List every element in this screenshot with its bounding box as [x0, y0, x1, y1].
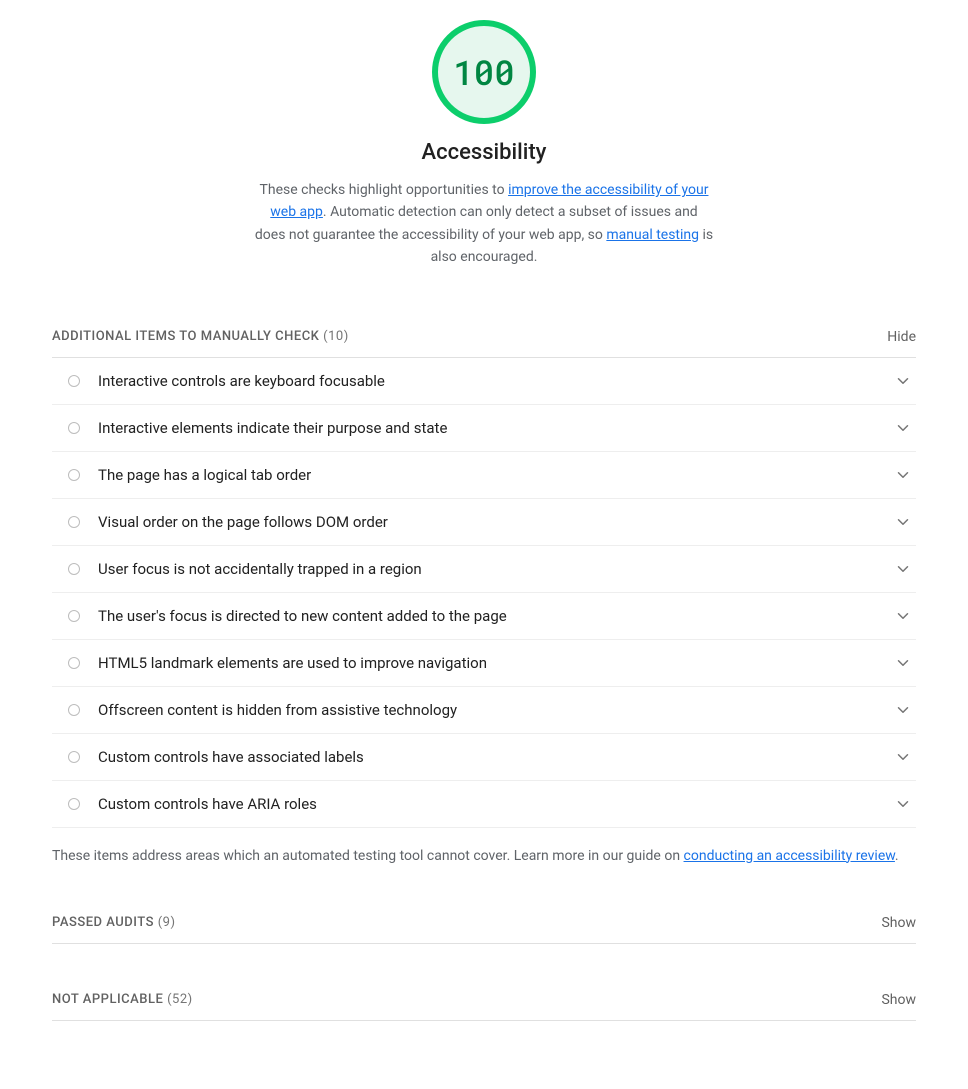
circle-bullet-icon: [68, 375, 80, 387]
accessibility-review-link[interactable]: conducting an accessibility review: [684, 848, 895, 864]
chevron-down-icon: [894, 466, 912, 484]
audit-title: Visual order on the page follows DOM ord…: [98, 513, 894, 531]
passed-audits-section: Passed audits (9) Show: [52, 915, 916, 944]
audit-title: The page has a logical tab order: [98, 466, 894, 484]
section-header[interactable]: Additional items to manually check (10) …: [52, 329, 916, 358]
section-count: (10): [323, 329, 349, 344]
circle-bullet-icon: [68, 422, 80, 434]
audit-list: Interactive controls are keyboard focusa…: [52, 358, 916, 828]
circle-bullet-icon: [68, 798, 80, 810]
hide-toggle-button[interactable]: Hide: [887, 329, 916, 345]
circle-bullet-icon: [68, 610, 80, 622]
category-header: 100 Accessibility These checks highlight…: [52, 20, 916, 269]
chevron-down-icon: [894, 607, 912, 625]
chevron-down-icon: [894, 513, 912, 531]
audit-item[interactable]: Custom controls have associated labels: [52, 734, 916, 781]
show-toggle-button[interactable]: Show: [881, 992, 916, 1008]
section-label: Additional items to manually check: [52, 329, 319, 344]
audit-item[interactable]: HTML5 landmark elements are used to impr…: [52, 640, 916, 687]
footer-text: These items address areas which an autom…: [52, 848, 684, 864]
audit-title: HTML5 landmark elements are used to impr…: [98, 654, 894, 672]
footer-text: .: [895, 848, 899, 864]
chevron-down-icon: [894, 795, 912, 813]
section-count: (52): [167, 992, 193, 1007]
chevron-down-icon: [894, 748, 912, 766]
report-container: 100 Accessibility These checks highlight…: [0, 20, 968, 1021]
score-gauge[interactable]: 100: [432, 20, 536, 124]
chevron-down-icon: [894, 419, 912, 437]
audit-item[interactable]: Interactive controls are keyboard focusa…: [52, 358, 916, 405]
show-toggle-button[interactable]: Show: [881, 915, 916, 931]
circle-bullet-icon: [68, 516, 80, 528]
section-header[interactable]: Passed audits (9) Show: [52, 915, 916, 944]
audit-item[interactable]: The page has a logical tab order: [52, 452, 916, 499]
section-header[interactable]: Not applicable (52) Show: [52, 992, 916, 1021]
circle-bullet-icon: [68, 751, 80, 763]
section-title: Not applicable (52): [52, 992, 193, 1007]
category-description: These checks highlight opportunities to …: [254, 179, 714, 269]
audit-item[interactable]: Custom controls have ARIA roles: [52, 781, 916, 828]
not-applicable-section: Not applicable (52) Show: [52, 992, 916, 1021]
circle-bullet-icon: [68, 657, 80, 669]
audit-title: Custom controls have associated labels: [98, 748, 894, 766]
section-label: Passed audits: [52, 915, 154, 930]
audit-item[interactable]: Visual order on the page follows DOM ord…: [52, 499, 916, 546]
section-title: Passed audits (9): [52, 915, 175, 930]
audit-title: Custom controls have ARIA roles: [98, 795, 894, 813]
audit-item[interactable]: Offscreen content is hidden from assisti…: [52, 687, 916, 734]
chevron-down-icon: [894, 701, 912, 719]
audit-title: Interactive controls are keyboard focusa…: [98, 372, 894, 390]
section-count: (9): [158, 915, 176, 930]
audit-title: User focus is not accidentally trapped i…: [98, 560, 894, 578]
section-title: Additional items to manually check (10): [52, 329, 349, 344]
desc-text: These checks highlight opportunities to: [260, 182, 509, 198]
audit-item[interactable]: Interactive elements indicate their purp…: [52, 405, 916, 452]
circle-bullet-icon: [68, 469, 80, 481]
chevron-down-icon: [894, 654, 912, 672]
audit-item[interactable]: The user's focus is directed to new cont…: [52, 593, 916, 640]
circle-bullet-icon: [68, 563, 80, 575]
audit-item[interactable]: User focus is not accidentally trapped i…: [52, 546, 916, 593]
audit-title: Offscreen content is hidden from assisti…: [98, 701, 894, 719]
score-value: 100: [453, 50, 514, 95]
manual-testing-link[interactable]: manual testing: [606, 227, 699, 243]
audit-title: Interactive elements indicate their purp…: [98, 419, 894, 437]
section-label: Not applicable: [52, 992, 163, 1007]
audit-title: The user's focus is directed to new cont…: [98, 607, 894, 625]
manual-checks-section: Additional items to manually check (10) …: [52, 329, 916, 867]
circle-bullet-icon: [68, 704, 80, 716]
chevron-down-icon: [894, 560, 912, 578]
chevron-down-icon: [894, 372, 912, 390]
gauge-wrapper: 100: [52, 20, 916, 124]
category-title: Accessibility: [52, 140, 916, 165]
section-footer: These items address areas which an autom…: [52, 828, 916, 867]
